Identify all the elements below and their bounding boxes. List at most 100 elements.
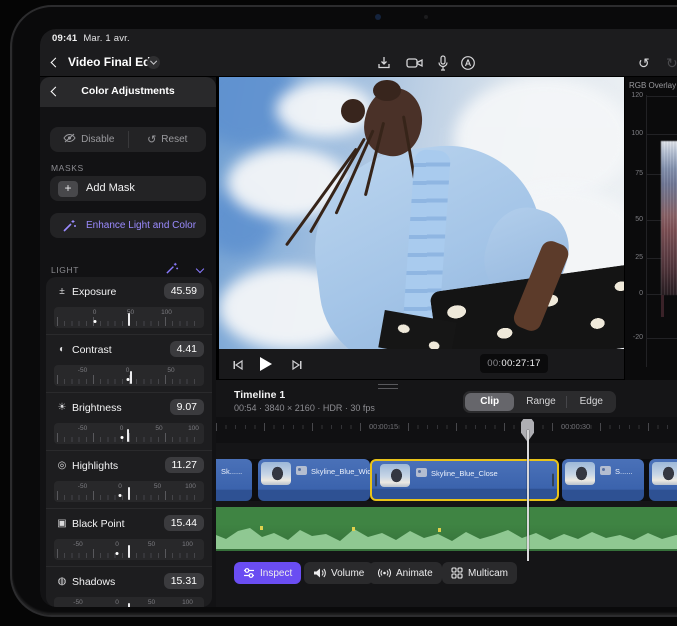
- play-button[interactable]: [258, 356, 273, 377]
- black-point-slider[interactable]: ▣ Black Point 15.44 -50 0 50 100: [46, 509, 212, 567]
- sensor-dot: [424, 15, 428, 19]
- redo-icon[interactable]: ↻: [666, 55, 677, 72]
- highlights-slider[interactable]: ◎ Highlights 11.27 -50 0 50 100: [46, 451, 212, 509]
- disable-button[interactable]: Disable: [50, 127, 128, 152]
- multicam-button[interactable]: Multicam: [442, 562, 517, 584]
- import-icon[interactable]: [376, 55, 394, 71]
- drag-handle[interactable]: [378, 384, 398, 389]
- value-marker[interactable]: [130, 371, 132, 384]
- value-marker[interactable]: [128, 545, 130, 558]
- value-marker[interactable]: [128, 603, 130, 607]
- timeline-clip[interactable]: Sk......: [216, 459, 252, 501]
- slider-value[interactable]: 4.41: [170, 341, 204, 357]
- timeline-ruler[interactable]: 00:00:15 00:00:30: [216, 417, 677, 443]
- value-marker[interactable]: [128, 487, 130, 500]
- timeline-clip[interactable]: S......: [562, 459, 644, 501]
- plus-icon: +: [58, 181, 78, 197]
- ruler-tick-label: 0: [115, 541, 119, 548]
- light-section-header[interactable]: LIGHT: [51, 263, 205, 277]
- light-section-label: LIGHT: [51, 265, 79, 275]
- ruler-tick-label: 100: [185, 483, 196, 490]
- contrast-slider[interactable]: ◐ Contrast 4.41 -50 0 50: [46, 335, 212, 393]
- project-title[interactable]: Video Final Edit: [68, 55, 158, 69]
- ruler-tick-label: 100: [182, 541, 193, 548]
- timeline-clip[interactable]: Skyline_Blue_Wide: [258, 459, 370, 501]
- playhead-line[interactable]: [527, 430, 529, 561]
- zero-dot: [116, 552, 119, 555]
- shadows-icon: ◍: [56, 576, 68, 587]
- ruler-tick-label: 50: [148, 599, 155, 606]
- volume-button[interactable]: Volume: [304, 562, 373, 584]
- slider-ruler[interactable]: -50 0 50 100: [54, 423, 204, 444]
- timecode-hours: 00:: [487, 358, 501, 369]
- scope-gridline: [646, 134, 677, 135]
- scope-gridline: [646, 338, 677, 339]
- undo-icon[interactable]: ↺: [638, 55, 650, 72]
- scope-title: RGB Overlay: [629, 81, 676, 90]
- slider-value[interactable]: 45.59: [164, 283, 204, 299]
- next-frame-button[interactable]: [291, 358, 303, 376]
- animate-button[interactable]: Animate: [369, 562, 442, 584]
- brightness-slider[interactable]: ☀ Brightness 9.07 -50 0 50 100: [46, 393, 212, 451]
- tool-label: Multicam: [468, 568, 508, 579]
- back-chevron-icon[interactable]: [51, 58, 61, 68]
- camera-icon[interactable]: [406, 55, 424, 71]
- slider-ruler[interactable]: 0 50 100: [54, 307, 204, 328]
- draw-icon[interactable]: [460, 55, 478, 71]
- zero-dot: [120, 436, 123, 439]
- value-marker[interactable]: [127, 429, 129, 442]
- timeline-clip[interactable]: [649, 459, 677, 501]
- enhance-light-color-button[interactable]: Enhance Light and Color: [50, 213, 206, 238]
- slider-ruler[interactable]: -50 0 50 100: [54, 481, 204, 502]
- shadows-slider[interactable]: ◍ Shadows 15.31 -50 0 50 100: [46, 567, 212, 607]
- ripple-icon: [378, 567, 391, 579]
- ruler-tick-label: 100: [161, 309, 172, 316]
- ruler-tick-label: 0: [120, 425, 124, 432]
- slider-label: Shadows: [72, 576, 115, 588]
- video-preview[interactable]: [219, 77, 624, 349]
- reset-button[interactable]: ↺ Reset: [129, 127, 207, 152]
- selection-mode-control: Clip Range Edge: [463, 391, 616, 413]
- add-mask-label: Add Mask: [86, 182, 135, 194]
- color-adjustments-panel: Color Adjustments Disable ↺ Reset: [40, 77, 216, 607]
- inspect-icon: [243, 567, 255, 579]
- scope-tick-label: -20: [625, 334, 643, 341]
- slider-ruler[interactable]: -50 0 50 100: [54, 539, 204, 560]
- slider-ruler[interactable]: -50 0 50 100: [54, 597, 204, 607]
- ruler-tick-label: 0: [93, 309, 97, 316]
- slider-value[interactable]: 15.44: [164, 515, 204, 531]
- mode-edge[interactable]: Edge: [567, 393, 616, 411]
- slider-value[interactable]: 15.31: [164, 573, 204, 589]
- audio-waveform: [216, 523, 677, 549]
- project-dropdown-button[interactable]: [147, 56, 160, 69]
- status-bar: 09:41Mar. 1 avr.: [52, 33, 130, 44]
- add-mask-button[interactable]: + Add Mask: [50, 176, 206, 201]
- slider-value[interactable]: 11.27: [165, 457, 205, 473]
- tool-label: Inspect: [260, 568, 292, 579]
- collapse-chevron-icon[interactable]: [196, 265, 204, 273]
- scope-axis: [646, 95, 647, 367]
- inspect-button[interactable]: Inspect: [234, 562, 301, 584]
- eye-off-icon: [63, 133, 76, 146]
- magic-wand-icon: [62, 218, 77, 238]
- microphone-icon[interactable]: [436, 55, 454, 71]
- timeline-title: Timeline 1: [234, 389, 285, 401]
- scope-waveform: [661, 141, 677, 295]
- mode-range[interactable]: Range: [516, 393, 565, 411]
- ruler-tick-label: -50: [73, 599, 82, 606]
- timecode-display[interactable]: 00:00:27:17: [480, 354, 548, 373]
- value-marker[interactable]: [128, 313, 130, 326]
- previous-frame-button[interactable]: [232, 358, 244, 376]
- tool-label: Animate: [396, 568, 433, 579]
- ruler-tick-label: 50: [154, 483, 161, 490]
- ruler-tick-label: 0: [118, 483, 122, 490]
- timeline-clip-selected[interactable]: Skyline_Blue_Close: [370, 459, 559, 501]
- audio-track[interactable]: [216, 507, 677, 551]
- exposure-slider[interactable]: ± Exposure 45.59 0 50 100: [46, 277, 212, 335]
- slider-value[interactable]: 9.07: [170, 399, 204, 415]
- ruler-ticks: [216, 423, 677, 431]
- disable-reset-control: Disable ↺ Reset: [50, 127, 206, 152]
- mode-clip[interactable]: Clip: [465, 393, 514, 411]
- media-icon: [600, 466, 611, 475]
- slider-ruler[interactable]: -50 0 50: [54, 365, 204, 386]
